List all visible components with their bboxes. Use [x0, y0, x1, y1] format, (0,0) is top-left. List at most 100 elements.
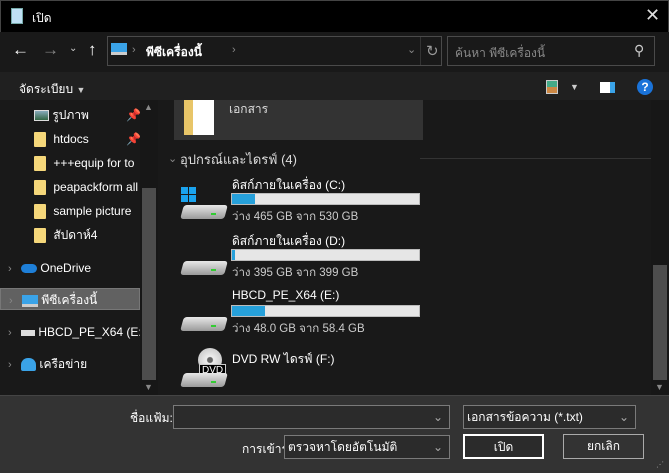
folder-icon: [34, 156, 46, 172]
search-placeholder: ค้นหา พีซีเครื่องนี้: [455, 46, 546, 60]
chevron-down-icon[interactable]: ⌄: [168, 152, 177, 165]
forward-icon[interactable]: →: [42, 40, 59, 60]
sidebar-item-folder[interactable]: สัปดาห์4: [0, 224, 140, 246]
refresh-icon[interactable]: ↻: [426, 42, 439, 60]
back-icon[interactable]: ←: [12, 40, 29, 60]
documents-folder-icon: [184, 100, 214, 135]
chevron-down-icon[interactable]: ⌄: [433, 406, 443, 428]
scroll-down-icon[interactable]: ▼: [144, 382, 153, 392]
search-icon[interactable]: ⚲: [634, 42, 644, 59]
divider: [420, 158, 652, 159]
main-scrollbar[interactable]: ▼: [651, 100, 669, 395]
capacity-bar: [231, 305, 420, 317]
caret-down-icon: ▼: [76, 85, 86, 95]
window-title: เปิด: [32, 11, 52, 25]
filetype-select[interactable]: เอกสารข้อความ (*.txt) ⌄: [463, 405, 636, 429]
capacity-bar: [231, 249, 420, 261]
open-button[interactable]: เปิด: [463, 434, 544, 459]
chevron-down-icon[interactable]: ⌄: [433, 436, 443, 458]
sidebar-item-label: sample picture: [53, 204, 132, 218]
resize-grip-icon[interactable]: ⋰: [656, 460, 664, 469]
chevron-right-icon[interactable]: ›: [8, 263, 12, 275]
capacity-fill: [232, 250, 235, 260]
organize-label: จัดระเบียบ: [19, 82, 74, 96]
breadcrumb[interactable]: พีซีเครื่องนี้: [146, 43, 202, 62]
sidebar-item-folder[interactable]: sample picture: [0, 200, 140, 222]
encoding-value: ตรวจหาโดยอัตโนมัติ: [288, 440, 398, 454]
help-icon[interactable]: ?: [637, 79, 653, 95]
sidebar-item-label: OneDrive: [40, 261, 92, 275]
sidebar-item-label: สัปดาห์4: [53, 228, 98, 242]
pin-icon: 📌: [126, 132, 140, 146]
navigation-scrollbar[interactable]: ▲ ▼: [140, 100, 158, 395]
chevron-right-icon[interactable]: ›: [232, 44, 236, 56]
hard-drive-icon: [180, 309, 228, 331]
sidebar-item-network[interactable]: › เครือข่าย: [0, 353, 140, 375]
sidebar-item-usb-drive[interactable]: › HBCD_PE_X64 (E:): [0, 321, 140, 343]
pictures-icon: [34, 110, 49, 122]
search-input[interactable]: ค้นหา พีซีเครื่องนี้ ⚲: [447, 36, 655, 66]
sidebar-item-this-pc[interactable]: › พีซีเครื่องนี้: [0, 288, 140, 310]
title-bar: เปิด ✕: [0, 0, 669, 32]
cancel-button[interactable]: ยกเลิก: [563, 434, 644, 459]
chevron-right-icon[interactable]: ›: [8, 359, 12, 371]
organize-button[interactable]: จัดระเบียบ ▼: [19, 80, 85, 99]
drive-free-space: ว่าง 48.0 GB จาก 58.4 GB: [232, 323, 365, 335]
item-label: เอกสาร: [229, 102, 269, 116]
drive-name: HBCD_PE_X64 (E:): [232, 288, 340, 302]
capacity-bar: [231, 193, 420, 205]
filename-input[interactable]: ⌄: [173, 405, 450, 429]
folder-icon: [34, 180, 46, 196]
navigation-pane: รูปภาพ 📌 htdocs 📌 +++equip for to peapackf…: [0, 100, 158, 395]
sidebar-item-label: htdocs: [53, 132, 89, 146]
chevron-right-icon[interactable]: ›: [8, 327, 12, 339]
toolbar: จัดระเบียบ ▼ ▼ ?: [0, 72, 669, 100]
computer-icon: [22, 294, 39, 307]
encoding-select[interactable]: ตรวจหาโดยอัตโนมัติ ⌄: [284, 435, 450, 459]
sidebar-item-htdocs[interactable]: htdocs 📌: [0, 128, 140, 150]
scrollbar-thumb[interactable]: [653, 265, 667, 380]
up-icon[interactable]: ↑: [88, 40, 97, 60]
drive-free-space: ว่าง 395 GB จาก 399 GB: [232, 267, 359, 279]
divider: [420, 37, 421, 65]
sidebar-item-label: +++equip for to: [53, 156, 135, 170]
capacity-fill: [232, 306, 266, 316]
view-options-icon[interactable]: [546, 80, 558, 94]
sidebar-item-folder[interactable]: peapackform all: [0, 176, 140, 198]
folder-icon: [34, 204, 46, 220]
chevron-right-icon[interactable]: ›: [9, 295, 13, 307]
preview-pane-icon[interactable]: [600, 82, 615, 93]
scrollbar-thumb[interactable]: [142, 188, 156, 380]
sidebar-item-pictures[interactable]: รูปภาพ 📌: [0, 104, 140, 126]
chevron-down-icon[interactable]: ⌄: [619, 406, 629, 428]
sidebar-item-label: รูปภาพ: [52, 108, 89, 122]
cloud-icon: [21, 264, 38, 274]
pin-icon: 📌: [126, 108, 140, 122]
close-icon[interactable]: ✕: [645, 5, 660, 26]
address-bar[interactable]: › พีซีเครื่องนี้ › ⌄ ↻: [107, 36, 442, 66]
folder-icon: [34, 132, 46, 148]
dialog-footer: ชื่อแฟ้ม: ⌄ เอกสารข้อความ (*.txt) ⌄ การเข…: [0, 395, 669, 473]
hard-drive-icon: [180, 197, 228, 219]
sidebar-item-label: peapackform all: [53, 180, 139, 194]
drive-icon: [21, 329, 36, 336]
chevron-right-icon: ›: [132, 44, 136, 56]
sidebar-item-folder[interactable]: +++equip for to: [0, 152, 140, 174]
sidebar-item-label: เครือข่าย: [39, 357, 88, 371]
scroll-up-icon[interactable]: ▲: [144, 102, 153, 112]
filetype-value: เอกสารข้อความ (*.txt): [467, 410, 583, 424]
drive-name: DVD RW ไดรฟ์ (F:): [232, 352, 335, 366]
sidebar-item-onedrive[interactable]: › OneDrive: [0, 257, 140, 279]
sidebar-item-label: พีซีเครื่องนี้: [41, 293, 98, 307]
section-title: อุปกรณ์และไดรฟ์ (4): [180, 152, 297, 167]
drive-free-space: ว่าง 465 GB จาก 530 GB: [232, 211, 359, 223]
chevron-down-icon[interactable]: ⌄: [407, 43, 416, 56]
caret-down-icon[interactable]: ▼: [570, 82, 579, 92]
folder-item-documents[interactable]: เอกสาร: [174, 100, 423, 140]
recent-locations-icon[interactable]: ⌄: [69, 43, 77, 54]
sidebar-item-label: HBCD_PE_X64 (E:): [38, 325, 140, 339]
network-icon: [21, 358, 37, 372]
scroll-down-icon[interactable]: ▼: [655, 382, 664, 392]
computer-icon: [111, 43, 127, 55]
capacity-fill: [232, 194, 255, 204]
